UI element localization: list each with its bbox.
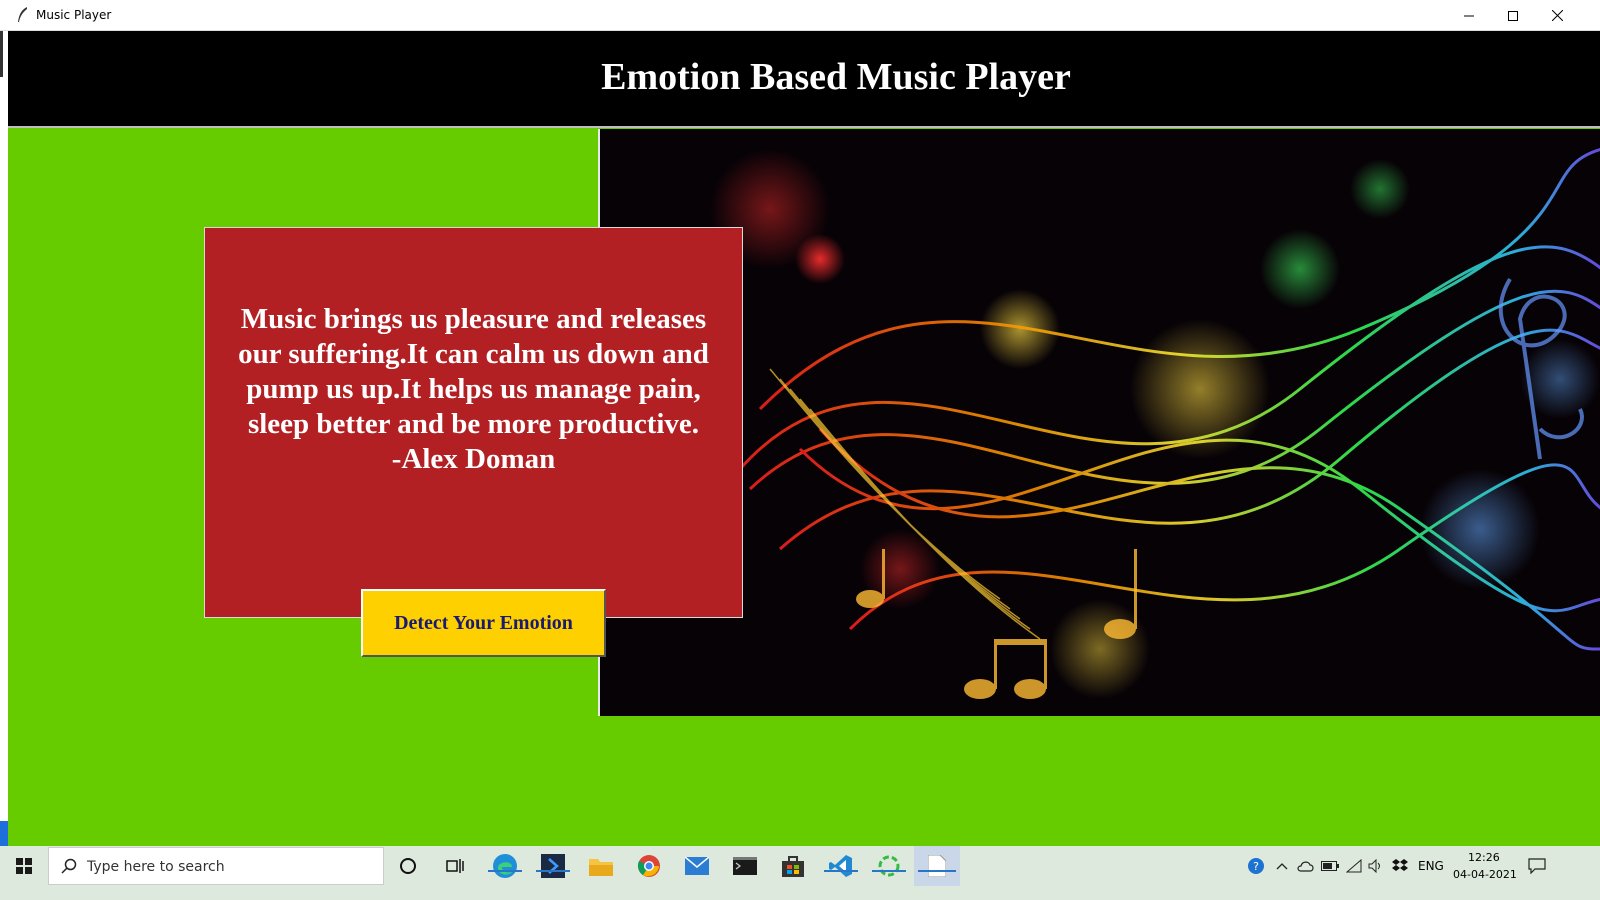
running-indicator: [918, 870, 956, 872]
notifications-button[interactable]: [1522, 846, 1552, 886]
minimize-button[interactable]: [1446, 0, 1492, 31]
dropbox-tray-button[interactable]: [1388, 846, 1412, 886]
taskbar-app-vscode[interactable]: [820, 846, 862, 886]
taskbar-app-document[interactable]: [914, 846, 960, 886]
battery-icon: [1321, 861, 1339, 871]
document-icon: [928, 855, 946, 877]
header-banner: Emotion Based Music Player: [8, 31, 1600, 128]
tray-overflow-button[interactable]: [1272, 846, 1292, 886]
terminal-icon: [733, 857, 757, 875]
search-icon: [61, 858, 77, 874]
maximize-icon: [1508, 10, 1518, 21]
quote-text: Music brings us pleasure and releases ou…: [238, 303, 709, 475]
start-button[interactable]: [0, 846, 48, 886]
file-explorer-icon: [589, 859, 613, 876]
notification-icon: [1528, 858, 1546, 874]
taskbar-app-python[interactable]: [868, 846, 910, 886]
store-icon: [782, 856, 804, 877]
taskbar-app-store[interactable]: [772, 846, 814, 886]
task-view-icon: [446, 859, 464, 873]
app-window: Emotion Based Music Player Music brings …: [0, 31, 1600, 846]
network-tray-button[interactable]: [1342, 846, 1366, 886]
pycharm-icon: [541, 854, 565, 878]
cortana-button[interactable]: [388, 846, 428, 886]
chevron-up-icon: [1276, 863, 1288, 870]
window-titlebar: Music Player: [0, 0, 1600, 31]
taskbar-app-chrome[interactable]: [628, 846, 670, 886]
running-indicator: [488, 870, 522, 872]
clock-date[interactable]: 04-04-2021: [1453, 868, 1517, 881]
edge-icon: [493, 854, 517, 878]
window-left-edge: [0, 31, 8, 846]
battery-tray-button[interactable]: [1318, 846, 1342, 886]
running-indicator: [536, 870, 570, 872]
windows-icon: [16, 858, 32, 874]
speaker-icon: [1368, 859, 1380, 873]
cortana-icon: [400, 858, 416, 874]
vscode-icon: [829, 855, 852, 877]
clock-time[interactable]: 12:26: [1468, 851, 1500, 864]
taskbar: Type here to search ? ENG 12:26 04-04-20…: [0, 846, 1600, 900]
music-waves-graphic: [600, 129, 1600, 716]
maximize-button[interactable]: [1490, 0, 1536, 31]
close-icon: [1551, 10, 1563, 21]
volume-tray-button[interactable]: [1364, 846, 1388, 886]
taskbar-app-explorer[interactable]: [580, 846, 622, 886]
wifi-icon: [1346, 859, 1362, 873]
feather-icon: [18, 7, 27, 22]
svg-text:?: ?: [1253, 860, 1259, 873]
dropbox-icon: [1392, 859, 1408, 871]
language-indicator[interactable]: ENG: [1418, 859, 1444, 873]
onedrive-tray-button[interactable]: [1294, 846, 1318, 886]
detect-emotion-button[interactable]: Detect Your Emotion: [361, 589, 606, 657]
taskbar-search-box[interactable]: Type here to search: [48, 847, 384, 885]
help-tray-button[interactable]: ?: [1244, 846, 1268, 886]
chrome-icon: [637, 855, 660, 877]
edge-mark: [0, 31, 3, 77]
mail-icon: [685, 857, 709, 875]
window-title: Music Player: [36, 8, 112, 22]
music-waves-image: [598, 129, 1600, 716]
running-indicator: [872, 870, 906, 872]
taskbar-app-terminal[interactable]: [724, 846, 766, 886]
close-button[interactable]: [1534, 0, 1580, 31]
cloud-icon: [1297, 861, 1314, 872]
page-title: Emotion Based Music Player: [601, 56, 1071, 98]
edge-mark: [0, 821, 8, 846]
minimize-icon: [1464, 15, 1474, 16]
help-icon: ?: [1248, 858, 1264, 874]
taskbar-app-edge[interactable]: [484, 846, 526, 886]
taskbar-app-mail[interactable]: [676, 846, 718, 886]
search-placeholder: Type here to search: [87, 859, 225, 875]
task-view-button[interactable]: [435, 846, 475, 886]
running-indicator: [824, 870, 858, 872]
taskbar-app-pycharm[interactable]: [532, 846, 574, 886]
quote-panel: Music brings us pleasure and releases ou…: [204, 227, 743, 618]
python-loading-icon: [878, 855, 900, 877]
